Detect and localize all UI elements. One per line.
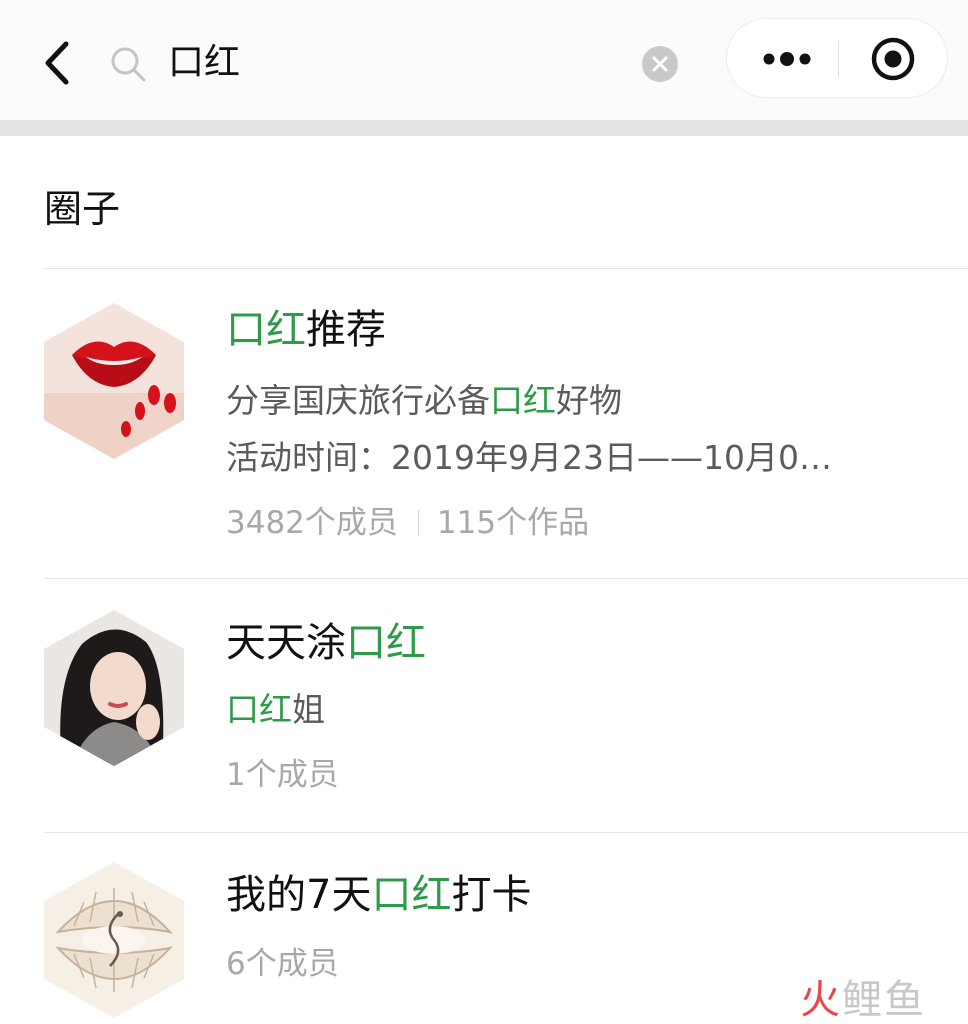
avatar-portrait xyxy=(44,610,184,766)
keyword-highlight: 口红 xyxy=(490,381,556,420)
keyword-highlight: 口红 xyxy=(226,690,292,729)
target-circle-icon[interactable] xyxy=(869,35,917,83)
search-input[interactable]: 口红 xyxy=(168,40,240,86)
circle-stats: 3482个成员 115个作品 xyxy=(226,503,589,543)
member-count: 3482个成员 xyxy=(226,505,398,541)
keyword-highlight: 口红 xyxy=(371,872,452,918)
circle-description: 口红姐 xyxy=(226,689,325,731)
circle-title: 口红推荐 xyxy=(226,305,386,355)
avatar-lips xyxy=(44,303,184,459)
divider xyxy=(44,832,968,833)
watermark-logo: 火鲤鱼 xyxy=(800,976,926,1024)
mini-program-capsule xyxy=(726,18,948,98)
capsule-divider xyxy=(838,41,839,77)
avatar-shell-logo xyxy=(44,862,184,1018)
divider xyxy=(44,268,968,269)
desc-text: 好物 xyxy=(556,381,622,420)
circle-title: 我的7天口红打卡 xyxy=(226,870,531,920)
keyword-highlight: 口红 xyxy=(226,307,306,353)
member-count: 1个成员 xyxy=(226,757,339,793)
member-count: 6个成员 xyxy=(226,946,339,982)
section-title: 圈子 xyxy=(44,187,121,231)
title-text: 我的7天 xyxy=(226,872,372,918)
watermark-part: 鲤鱼 xyxy=(842,977,926,1023)
circle-result-item[interactable]: 口红推荐 分享国庆旅行必备口红好物 活动时间：2019年9月23日——10月0…… xyxy=(0,270,968,578)
title-text: 天天涂 xyxy=(226,620,346,666)
circle-title: 天天涂口红 xyxy=(226,618,426,668)
circle-description: 分享国庆旅行必备口红好物 xyxy=(226,380,622,422)
works-count: 115个作品 xyxy=(436,505,590,541)
circle-result-item[interactable]: 天天涂口红 口红姐 1个成员 xyxy=(0,580,968,832)
activity-time: 活动时间：2019年9月23日——10月0… xyxy=(226,438,832,477)
keyword-highlight: 口红 xyxy=(346,620,426,666)
search-icon xyxy=(108,44,148,84)
desc-text: 姐 xyxy=(292,690,325,729)
header-separator xyxy=(0,120,968,136)
clear-icon[interactable] xyxy=(642,46,678,82)
title-text: 打卡 xyxy=(451,872,532,918)
chevron-left-icon[interactable] xyxy=(38,40,78,86)
watermark-part: 火 xyxy=(800,977,842,1023)
search-header: 口红 xyxy=(0,0,968,120)
desc-text: 分享国庆旅行必备 xyxy=(226,381,490,420)
more-dots-icon[interactable] xyxy=(757,44,817,74)
stats-separator xyxy=(417,510,419,536)
title-text: 推荐 xyxy=(306,307,386,353)
divider xyxy=(44,578,968,579)
